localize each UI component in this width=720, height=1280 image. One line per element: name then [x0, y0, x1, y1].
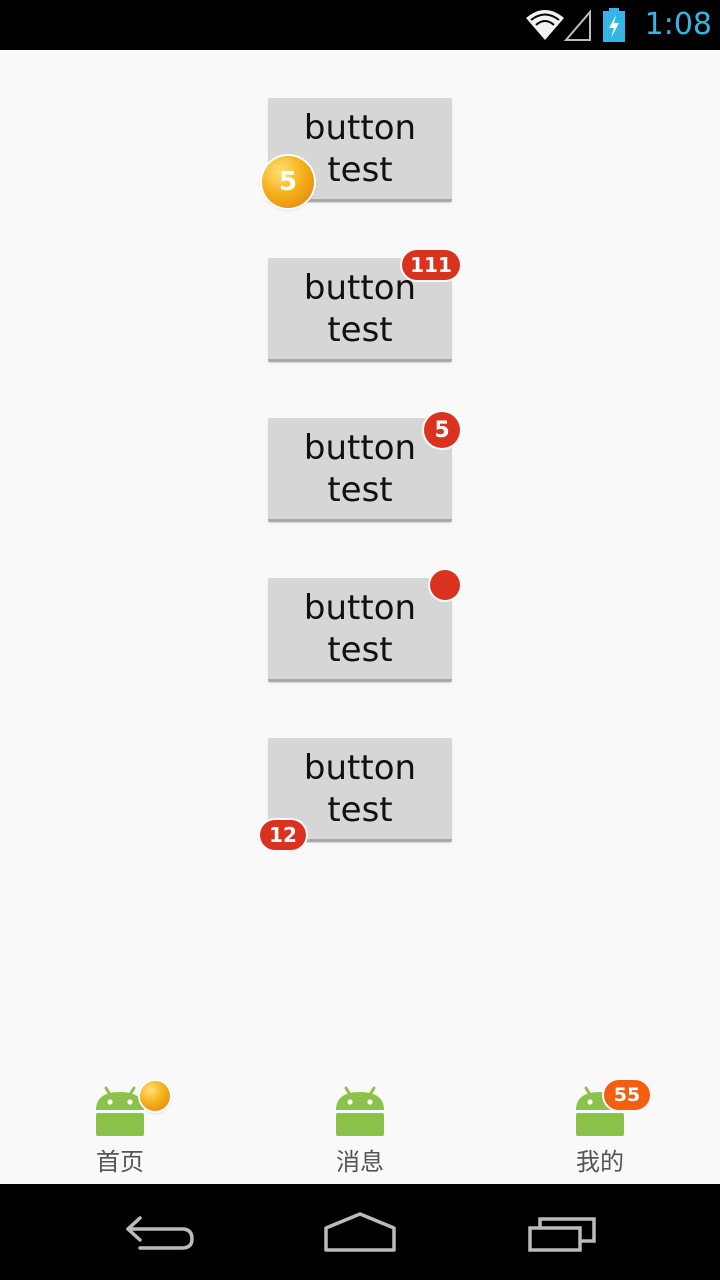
battery-charging-icon	[603, 8, 625, 42]
badge-count: 111	[402, 250, 460, 280]
wifi-icon	[526, 10, 564, 40]
button-group-5: button test 12	[260, 738, 452, 850]
button-group-3: button test 5	[268, 412, 460, 522]
button-group-4: button test	[268, 570, 460, 682]
status-bar: 1:08	[0, 0, 720, 50]
signal-icon	[564, 9, 591, 41]
status-clock: 1:08	[644, 7, 712, 42]
home-icon[interactable]	[320, 1208, 400, 1256]
tab-label-me: 我的	[576, 1148, 624, 1176]
back-icon[interactable]	[120, 1208, 200, 1256]
android-icon	[96, 1086, 144, 1136]
android-icon	[336, 1086, 384, 1136]
badge-count: 12	[260, 820, 306, 850]
system-nav-bar	[0, 1184, 720, 1280]
bottom-tab-bar: 首页 消息 55 我的	[0, 1064, 720, 1184]
button-group-2: button test 111	[268, 250, 460, 362]
badge-dot	[430, 570, 460, 600]
test-button-4[interactable]: button test	[268, 578, 452, 682]
button-group-1: button test 5	[262, 98, 452, 208]
tab-badge-count: 55	[604, 1080, 650, 1110]
tab-home[interactable]: 首页	[0, 1064, 240, 1184]
tab-label-home: 首页	[96, 1148, 144, 1176]
badge-count: 5	[424, 412, 460, 448]
badge-orb: 5	[262, 156, 314, 208]
tab-label-messages: 消息	[336, 1148, 384, 1176]
tab-me[interactable]: 55 我的	[480, 1064, 720, 1184]
tab-messages[interactable]: 消息	[240, 1064, 480, 1184]
recents-icon[interactable]	[522, 1208, 602, 1256]
tab-badge-orb	[140, 1081, 170, 1111]
